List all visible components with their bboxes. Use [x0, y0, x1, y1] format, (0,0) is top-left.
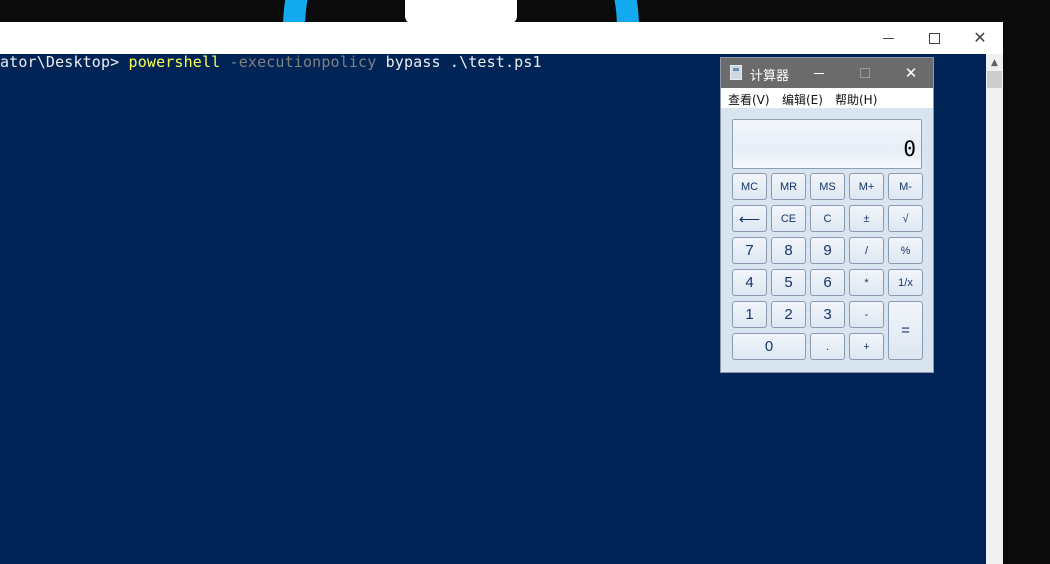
add-button[interactable]: + [849, 333, 884, 360]
memory-add-button[interactable]: M+ [849, 173, 884, 200]
maximize-icon [928, 32, 940, 44]
square-root-button[interactable]: √ [888, 205, 923, 232]
vertical-scrollbar[interactable]: ▲ [986, 54, 1003, 564]
maximize-icon [860, 68, 870, 78]
console-prompt: ator\Desktop> [0, 54, 129, 71]
digit-8-button[interactable]: 8 [771, 237, 806, 264]
console-command-line: ator\Desktop> powershell -executionpolic… [0, 54, 542, 70]
minimize-icon [882, 37, 894, 39]
clear-entry-button[interactable]: CE [771, 205, 806, 232]
digit-7-button[interactable]: 7 [732, 237, 767, 264]
close-button[interactable]: ✕ [957, 22, 1003, 54]
menu-view[interactable]: 查看(V) [728, 91, 770, 108]
clear-button[interactable]: C [810, 205, 845, 232]
negate-button[interactable]: ± [849, 205, 884, 232]
backspace-arrow-icon: ⟵ [738, 210, 761, 228]
decimal-point-button[interactable]: . [810, 333, 845, 360]
powershell-titlebar[interactable]: ✕ [0, 22, 1003, 54]
calculator-menubar: 查看(V) 编辑(E) 帮助(H) [721, 88, 933, 108]
console-command: powershell [128, 54, 221, 71]
close-icon: ✕ [973, 28, 987, 47]
digit-6-button[interactable]: 6 [810, 269, 845, 296]
calculator-minimize-button[interactable] [797, 58, 841, 88]
memory-subtract-button[interactable]: M- [888, 173, 923, 200]
calculator-display: 0 [732, 119, 922, 169]
console-arguments: bypass .\test.ps1 [385, 54, 542, 71]
display-value: 0 [903, 137, 916, 161]
calculator-titlebar[interactable]: 计算器 ✕ [721, 58, 933, 88]
calculator-title: 计算器 [750, 69, 790, 84]
scroll-up-arrow-icon[interactable]: ▲ [986, 54, 1003, 71]
digit-3-button[interactable]: 3 [810, 301, 845, 328]
minimize-icon [814, 72, 824, 74]
digit-2-button[interactable]: 2 [771, 301, 806, 328]
digit-0-button[interactable]: 0 [732, 333, 806, 360]
memory-recall-button[interactable]: MR [771, 173, 806, 200]
memory-store-button[interactable]: MS [810, 173, 845, 200]
backspace-button[interactable]: ⟵ [732, 205, 767, 232]
digit-5-button[interactable]: 5 [771, 269, 806, 296]
maximize-button[interactable] [911, 22, 957, 54]
divide-button[interactable]: / [849, 237, 884, 264]
scrollbar-thumb[interactable] [987, 71, 1002, 88]
digit-4-button[interactable]: 4 [732, 269, 767, 296]
calculator-app-icon [730, 65, 742, 80]
menu-help[interactable]: 帮助(H) [835, 91, 877, 108]
subtract-button[interactable]: - [849, 301, 884, 328]
console-parameter: -executionpolicy [229, 54, 377, 71]
close-icon: ✕ [904, 63, 918, 82]
multiply-button[interactable]: * [849, 269, 884, 296]
equals-button[interactable]: = [888, 301, 923, 360]
calculator-window: 计算器 ✕ 查看(V) 编辑(E) 帮助(H) 0 MC MR MS M+ M-… [720, 57, 934, 373]
reciprocal-button[interactable]: 1/x [888, 269, 923, 296]
digit-9-button[interactable]: 9 [810, 237, 845, 264]
calculator-close-button[interactable]: ✕ [889, 58, 933, 88]
wallpaper-white-shape [405, 0, 517, 24]
menu-edit[interactable]: 编辑(E) [782, 91, 823, 108]
percent-button[interactable]: % [888, 237, 923, 264]
calculator-maximize-button[interactable] [843, 58, 887, 88]
memory-clear-button[interactable]: MC [732, 173, 767, 200]
digit-1-button[interactable]: 1 [732, 301, 767, 328]
minimize-button[interactable] [865, 22, 911, 54]
